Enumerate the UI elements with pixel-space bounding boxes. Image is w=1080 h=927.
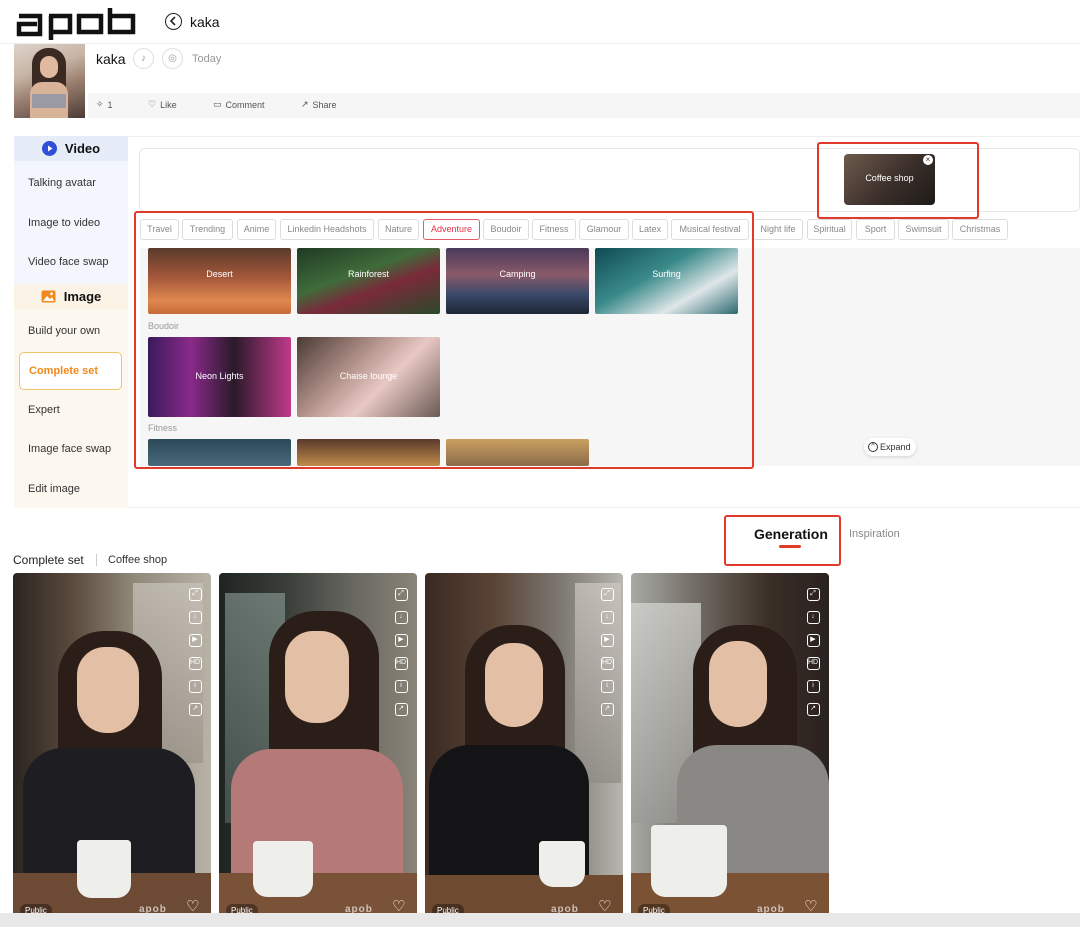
image-section-header: Image (14, 284, 128, 309)
image-icon (41, 290, 56, 303)
comment-icon: ▭ (213, 99, 222, 109)
card-action-icons: ⤢ ↓ ▶ HD i ↗ (596, 588, 618, 716)
share-button[interactable]: ↗ Share (301, 99, 337, 110)
top-bar: kaka (0, 0, 1080, 44)
highlight-box (817, 142, 979, 219)
play-circle-icon (41, 141, 57, 156)
chevron-up-icon: ^ (868, 442, 878, 452)
info-icon[interactable]: i (394, 680, 408, 693)
tag-spiritual[interactable]: Spiritual (807, 219, 852, 240)
result-card[interactable]: ⤢ ↓ ▶ HD i ↗ Public apob ♡ (631, 573, 829, 918)
hd-icon[interactable]: HD (394, 657, 408, 670)
tiktok-icon[interactable]: ♪ (133, 48, 154, 69)
post-actions-bar: ✧ 1 ♡ Like ▭ Comment ↗ Share (88, 93, 1080, 118)
highlight-box (724, 515, 841, 566)
sidebar-item-image-to-video[interactable]: Image to video (28, 217, 100, 229)
download-icon[interactable]: ↓ (394, 611, 408, 624)
tag-christmas[interactable]: Christmas (952, 219, 1008, 240)
sidebar-item-complete-set[interactable]: Complete set (19, 352, 122, 390)
sparkle-icon: ✧ (96, 99, 104, 109)
share-icon[interactable]: ↗ (394, 703, 408, 716)
download-icon[interactable]: ↓ (806, 611, 820, 624)
download-icon[interactable]: ↓ (188, 611, 202, 624)
crop-icon[interactable]: ⤢ (806, 588, 820, 601)
crop-icon[interactable]: ⤢ (394, 588, 408, 601)
sidebar-item-image-face-swap[interactable]: Image face swap (28, 443, 111, 455)
user-name: kaka (96, 51, 126, 67)
expand-button[interactable]: ^ Expand (864, 438, 916, 456)
avatar[interactable] (14, 44, 85, 118)
video-section-header: Video (14, 136, 128, 161)
breadcrumb-mode: Complete set (13, 553, 84, 567)
post-date: Today (192, 53, 222, 65)
result-card[interactable]: ⤢ ↓ ▶ HD i ↗ Public apob ♡ (425, 573, 623, 918)
download-icon[interactable]: ↓ (600, 611, 614, 624)
card-action-icons: ⤢ ↓ ▶ HD i ↗ (390, 588, 412, 716)
like-button[interactable]: ♡ Like (148, 99, 177, 110)
share-icon: ↗ (301, 99, 309, 109)
crop-icon[interactable]: ⤢ (188, 588, 202, 601)
sidebar-item-edit-image[interactable]: Edit image (28, 483, 80, 495)
breadcrumb-separator (96, 554, 97, 566)
page-title: kaka (190, 14, 220, 30)
result-card[interactable]: ⤢ ↓ ▶ HD i ↗ Public apob ♡ (13, 573, 211, 918)
instagram-icon[interactable]: ◎ (162, 48, 183, 69)
back-arrow-icon[interactable] (165, 13, 182, 30)
video-icon[interactable]: ▶ (394, 634, 408, 647)
tool-sidebar: Video Talking avatar Image to video Vide… (14, 136, 128, 508)
video-icon[interactable]: ▶ (188, 634, 202, 647)
tab-inspiration[interactable]: Inspiration (849, 528, 900, 540)
heart-icon: ♡ (148, 99, 157, 109)
crop-icon[interactable]: ⤢ (600, 588, 614, 601)
sidebar-item-expert[interactable]: Expert (28, 404, 60, 416)
tag-sport[interactable]: Sport (856, 219, 895, 240)
info-icon[interactable]: i (600, 680, 614, 693)
sparkle-count-button[interactable]: ✧ 1 (96, 99, 113, 110)
sidebar-item-video-face-swap[interactable]: Video face swap (28, 256, 109, 268)
comment-button[interactable]: ▭ Comment (213, 99, 265, 110)
share-icon[interactable]: ↗ (600, 703, 614, 716)
share-icon[interactable]: ↗ (188, 703, 202, 716)
info-icon[interactable]: i (806, 680, 820, 693)
divider (128, 136, 1080, 137)
hd-icon[interactable]: HD (188, 657, 202, 670)
apob-logo[interactable] (16, 6, 140, 40)
bottom-scroll-area (0, 913, 1080, 927)
card-action-icons: ⤢ ↓ ▶ HD i ↗ (802, 588, 824, 716)
tag-swimsuit[interactable]: Swimsuit (898, 219, 949, 240)
hd-icon[interactable]: HD (600, 657, 614, 670)
sidebar-item-talking-avatar[interactable]: Talking avatar (28, 177, 96, 189)
video-icon[interactable]: ▶ (806, 634, 820, 647)
result-card[interactable]: ⤢ ↓ ▶ HD i ↗ Public apob ♡ (219, 573, 417, 918)
info-icon[interactable]: i (188, 680, 202, 693)
highlight-box (134, 211, 754, 469)
video-icon[interactable]: ▶ (600, 634, 614, 647)
card-action-icons: ⤢ ↓ ▶ HD i ↗ (184, 588, 206, 716)
tag-night-life[interactable]: Night life (753, 219, 803, 240)
sidebar-item-build-your-own[interactable]: Build your own (28, 325, 100, 337)
share-icon[interactable]: ↗ (806, 703, 820, 716)
breadcrumb-scene: Coffee shop (108, 554, 168, 566)
hd-icon[interactable]: HD (806, 657, 820, 670)
divider (128, 507, 1080, 508)
app-page: kaka kaka ♪ ◎ Today ✧ 1 ♡ Like ▭ Comment ↗ S… (0, 0, 1080, 927)
